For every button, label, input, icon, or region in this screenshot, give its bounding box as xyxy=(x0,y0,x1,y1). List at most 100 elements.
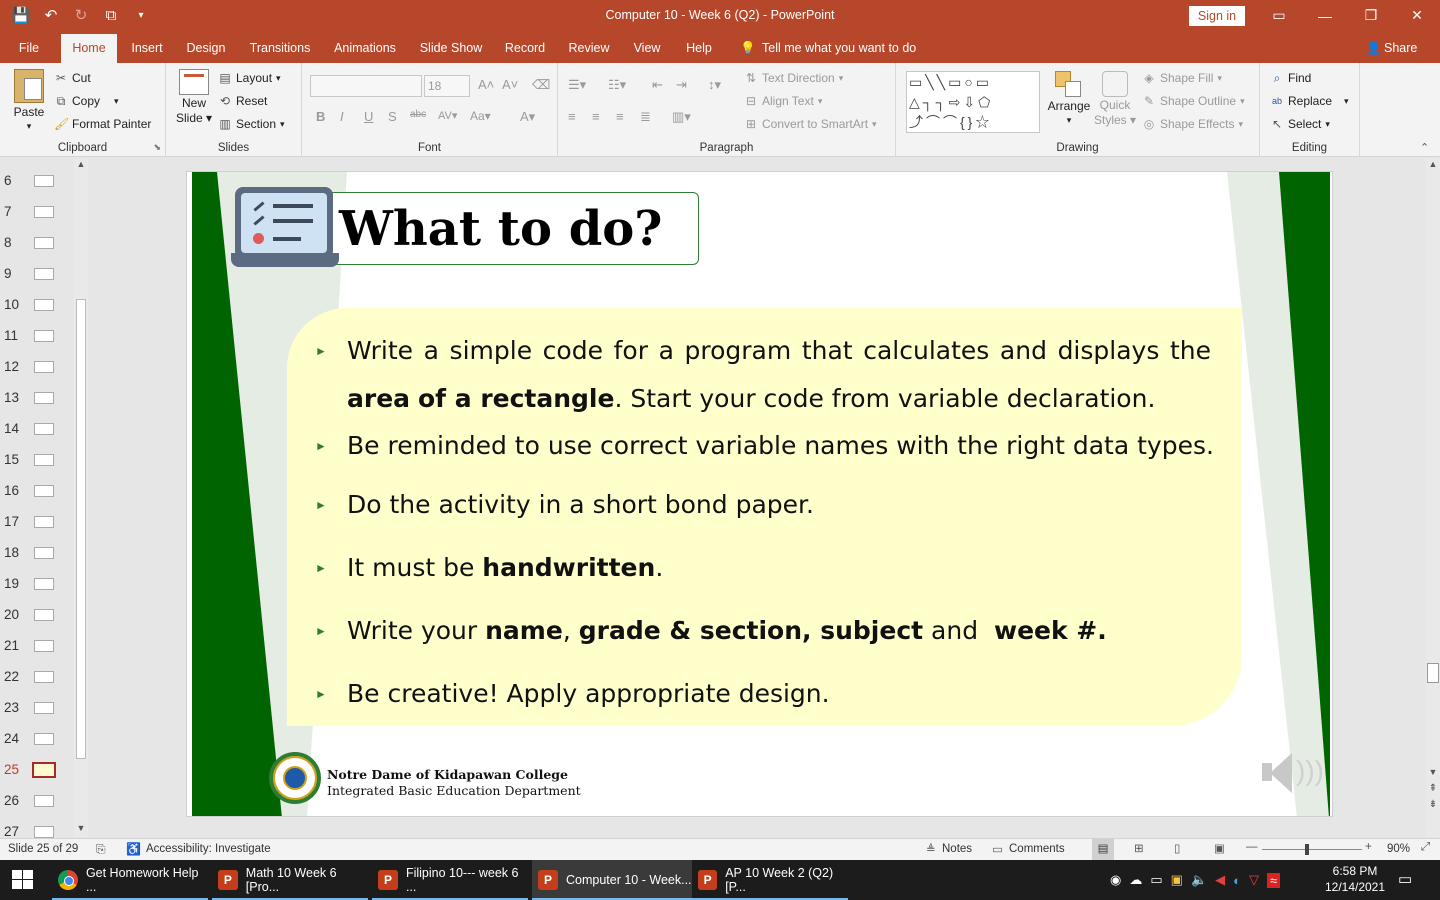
underline-icon[interactable]: U xyxy=(364,109,373,124)
clock[interactable]: 6:58 PM 12/14/2021 xyxy=(1322,863,1388,895)
find-button[interactable]: ⌕ Find xyxy=(1270,71,1312,85)
slide-thumbnail-image[interactable] xyxy=(34,516,54,528)
next-slide-icon[interactable]: ⇟ xyxy=(1426,799,1440,813)
character-spacing-icon[interactable]: AV▾ xyxy=(438,109,457,122)
tab-insert[interactable]: Insert xyxy=(124,31,170,63)
tray-app-icon[interactable]: ≈ xyxy=(1266,872,1281,888)
slide-thumbnail[interactable]: 6 xyxy=(0,165,72,196)
dialog-launcher-icon[interactable]: ⬊ xyxy=(153,142,161,153)
format-painter-button[interactable]: 🖌 Format Painter xyxy=(54,117,151,131)
collapse-ribbon-icon[interactable]: ⌃ xyxy=(1420,141,1429,154)
slide-thumbnail-image[interactable] xyxy=(34,671,54,683)
slide-thumbnail[interactable]: 23 xyxy=(0,692,72,723)
close-button[interactable]: ✕ xyxy=(1394,0,1440,31)
slide-thumbnail-image[interactable] xyxy=(34,454,54,466)
windows-start-icon[interactable] xyxy=(12,870,34,890)
bold-icon[interactable]: B xyxy=(316,109,325,124)
slide-thumbnail-image[interactable] xyxy=(34,237,54,249)
slide-thumbnail-image[interactable] xyxy=(34,423,54,435)
tab-slide-show[interactable]: Slide Show xyxy=(415,31,487,63)
columns-icon[interactable]: ▥▾ xyxy=(672,109,691,125)
notifications-icon[interactable]: ▭ xyxy=(1398,870,1412,888)
slide-thumbnail-image[interactable] xyxy=(34,485,54,497)
slide-thumbnail[interactable]: 15 xyxy=(0,444,72,475)
zoom-slider[interactable] xyxy=(1262,844,1362,855)
scroll-thumb[interactable] xyxy=(76,299,86,759)
slide-thumbnail-image[interactable] xyxy=(34,733,54,745)
shape-fill-button[interactable]: ◈ Shape Fill ▾ xyxy=(1142,71,1222,85)
align-right-icon[interactable]: ≡ xyxy=(616,109,624,124)
cut-button[interactable]: ✂ Cut xyxy=(54,71,91,85)
taskbar-app-powerpoint-4[interactable]: P AP 10 Week 2 (Q2) [P... xyxy=(692,860,852,900)
taskbar-app-powerpoint-3[interactable]: P Computer 10 - Week... xyxy=(532,860,692,900)
replace-button[interactable]: ab Replace ▾ xyxy=(1270,94,1349,108)
slide-thumbnail[interactable]: 8 xyxy=(0,227,72,258)
slide-thumbnail[interactable]: 9 xyxy=(0,258,72,289)
tray-app-icon[interactable]: ◉ xyxy=(1110,872,1121,888)
slide-thumbnail-image[interactable] xyxy=(34,175,54,187)
slide-thumbnail[interactable]: 26 xyxy=(0,785,72,816)
font-color-icon[interactable]: A▾ xyxy=(520,109,535,125)
align-text-button[interactable]: ⊟ Align Text ▾ xyxy=(744,94,822,108)
tab-design[interactable]: Design xyxy=(181,31,231,63)
clear-formatting-icon[interactable]: ⌫ xyxy=(532,77,550,93)
share-button[interactable]: Share xyxy=(1384,31,1424,63)
tray-app-icon[interactable]: ▣ xyxy=(1171,872,1183,888)
slide-thumbnail-image[interactable] xyxy=(34,268,54,280)
slide-thumbnail[interactable]: 19 xyxy=(0,568,72,599)
slide-thumbnail-image[interactable] xyxy=(32,762,56,778)
align-center-icon[interactable]: ≡ xyxy=(592,109,600,124)
taskbar-app-powerpoint-1[interactable]: P Math 10 Week 6 [Pro... xyxy=(212,860,372,900)
copy-button[interactable]: ⧉ Copy ▾ xyxy=(54,94,119,108)
volume-icon[interactable]: 🔈 xyxy=(1191,872,1207,888)
scroll-up-icon[interactable]: ▲ xyxy=(1426,159,1440,173)
tab-help[interactable]: Help xyxy=(679,31,719,63)
slide-thumbnail-image[interactable] xyxy=(34,826,54,838)
slide-thumbnail-image[interactable] xyxy=(34,795,54,807)
taskbar-app-chrome[interactable]: Get Homework Help ... xyxy=(52,860,212,900)
tab-animations[interactable]: Animations xyxy=(328,31,402,63)
zoom-out-icon[interactable]: — xyxy=(1246,841,1258,853)
zoom-slider-thumb[interactable] xyxy=(1305,844,1309,855)
font-name-box[interactable] xyxy=(310,75,422,97)
tab-view[interactable]: View xyxy=(628,31,666,63)
tab-file[interactable]: File xyxy=(10,31,48,63)
select-button[interactable]: ↖ Select ▾ xyxy=(1270,117,1330,131)
strikethrough-icon[interactable]: abc xyxy=(410,109,426,120)
taskbar-app-powerpoint-2[interactable]: P Filipino 10--- week 6 ... xyxy=(372,860,532,900)
ribbon-display-options-icon[interactable]: ▭ xyxy=(1256,0,1302,31)
tab-home[interactable]: Home xyxy=(61,34,117,63)
tab-transitions[interactable]: Transitions xyxy=(244,31,316,63)
sign-in-button[interactable]: Sign in xyxy=(1189,6,1245,26)
reset-button[interactable]: ⟲ Reset xyxy=(218,94,267,108)
arrange-button[interactable]: Arrange ▾ xyxy=(1046,71,1092,126)
cloud-icon[interactable]: ☁ xyxy=(1129,872,1142,888)
slide-show-icon[interactable]: ▣ xyxy=(1214,841,1225,855)
slide-sorter-icon[interactable]: ⊞ xyxy=(1134,841,1144,855)
slide-thumbnail-image[interactable] xyxy=(34,640,54,652)
change-case-icon[interactable]: Aa▾ xyxy=(470,109,491,123)
restore-button[interactable]: ❐ xyxy=(1348,0,1394,31)
slide-thumbnail[interactable]: 13 xyxy=(0,382,72,413)
canvas-scrollbar[interactable]: ▲ ▼ ⇞ ⇟ xyxy=(1426,159,1440,837)
slide-thumbnail-image[interactable] xyxy=(34,392,54,404)
comments-button[interactable]: Comments xyxy=(1009,843,1065,855)
increase-indent-icon[interactable]: ⇥ xyxy=(676,77,687,93)
slide-thumbnail[interactable]: 10 xyxy=(0,289,72,320)
text-direction-button[interactable]: ⇅ Text Direction ▾ xyxy=(744,71,843,85)
shape-effects-button[interactable]: ◎ Shape Effects ▾ xyxy=(1142,117,1243,131)
convert-smartart-button[interactable]: ⊞ Convert to SmartArt ▾ xyxy=(744,117,877,131)
bullets-icon[interactable]: ☰▾ xyxy=(568,77,586,93)
slide-thumbnail[interactable]: 17 xyxy=(0,506,72,537)
slide-thumbnail-image[interactable] xyxy=(34,299,54,311)
shadow-icon[interactable]: S xyxy=(388,109,397,124)
slide-thumbnail-image[interactable] xyxy=(34,330,54,342)
align-left-icon[interactable]: ≡ xyxy=(568,109,576,124)
slide-thumbnail-image[interactable] xyxy=(34,578,54,590)
slide-thumbnail-image[interactable] xyxy=(34,361,54,373)
slide-thumbnail[interactable]: 21 xyxy=(0,630,72,661)
zoom-in-icon[interactable]: + xyxy=(1365,841,1372,853)
layout-button[interactable]: ▤ Layout ▾ xyxy=(218,71,280,85)
numbering-icon[interactable]: ☷▾ xyxy=(608,77,626,93)
scroll-up-icon[interactable]: ▲ xyxy=(74,159,88,173)
